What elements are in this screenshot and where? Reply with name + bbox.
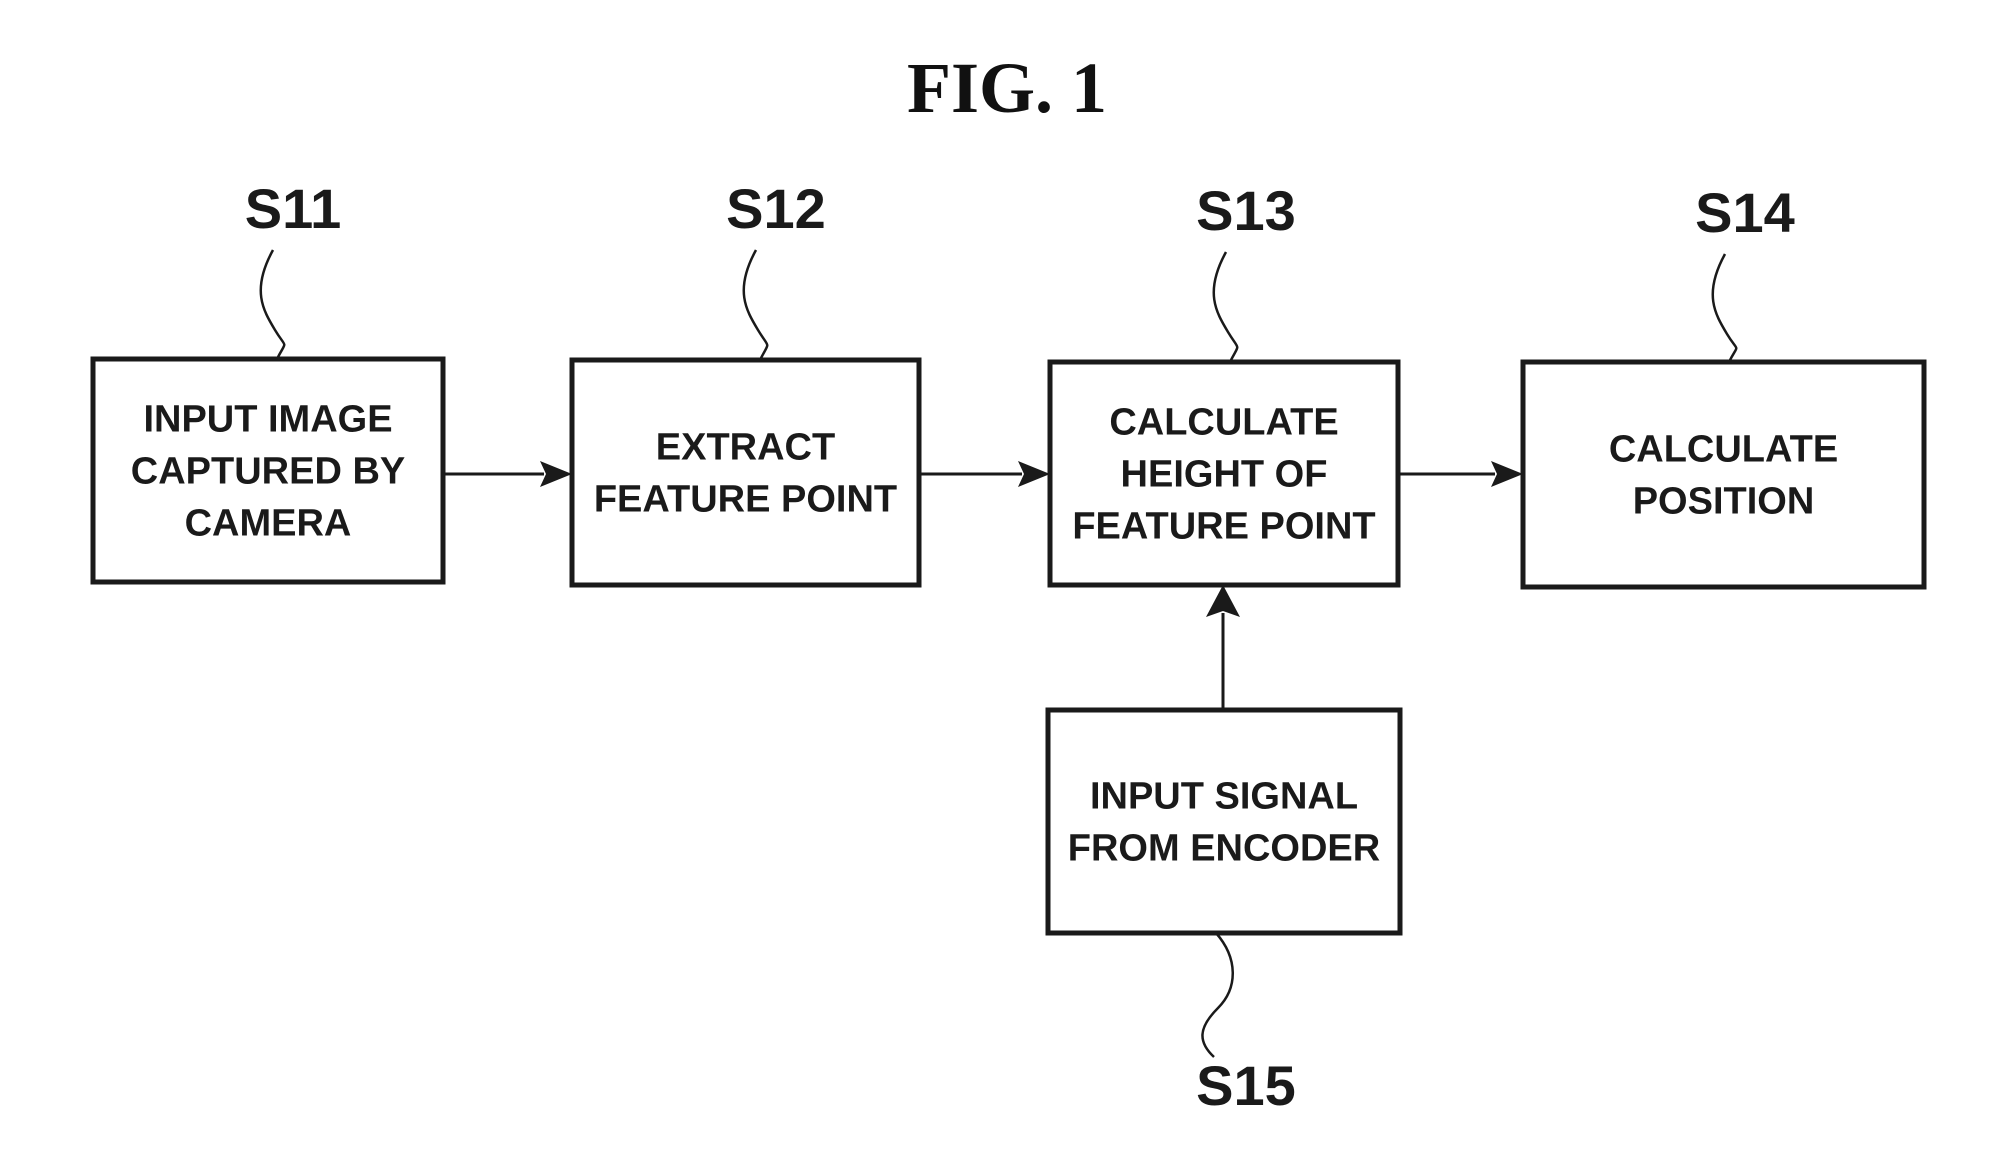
step-reference-label: S11 <box>245 177 342 240</box>
step-node-s13: CALCULATE HEIGHT OF FEATURE POINT S13 <box>1047 179 1401 588</box>
step-text-line: EXTRACT <box>656 427 835 469</box>
step-text-line: FEATURE POINT <box>1072 506 1375 548</box>
flowchart-diagram: FIG. 1 INPUT IMAGE CAPTURED BY CAMERA S11 EX… <box>90 48 1927 1117</box>
step-box <box>1520 359 1927 590</box>
step-text-line: CALCULATE <box>1609 429 1838 471</box>
arrow-s15-to-s13 <box>1206 585 1240 710</box>
figure-canvas: FIG. 1 INPUT IMAGE CAPTURED BY CAMERA S11 EX… <box>0 0 2015 1175</box>
leader-line <box>1201 932 1234 1058</box>
step-text-line: POSITION <box>1633 481 1815 523</box>
leader-line <box>742 249 769 361</box>
step-node-s15: INPUT SIGNAL FROM ENCODER S15 <box>1045 707 1403 1117</box>
step-box <box>569 357 922 588</box>
step-reference-label: S13 <box>1196 179 1296 242</box>
step-text-line: FEATURE POINT <box>594 479 897 521</box>
step-text-line: FROM ENCODER <box>1068 828 1380 870</box>
step-reference-label: S15 <box>1196 1054 1296 1117</box>
arrow-s11-to-s12 <box>443 461 572 487</box>
arrowhead-icon <box>1018 461 1050 487</box>
step-reference-label: S12 <box>726 177 826 240</box>
arrowhead-icon <box>1206 585 1240 617</box>
step-node-s14: CALCULATE POSITION S14 <box>1520 181 1927 590</box>
step-node-s11: INPUT IMAGE CAPTURED BY CAMERA S11 <box>90 177 446 585</box>
step-text-line: INPUT IMAGE <box>143 399 392 441</box>
arrow-s13-to-s14 <box>1398 461 1523 487</box>
step-text-line: CALCULATE <box>1109 402 1338 444</box>
step-reference-label: S14 <box>1695 181 1795 244</box>
step-text-line: INPUT SIGNAL <box>1090 776 1358 818</box>
step-box <box>1045 707 1403 936</box>
leader-line <box>259 249 286 360</box>
arrowhead-icon <box>1491 461 1523 487</box>
step-node-s12: EXTRACT FEATURE POINT S12 <box>569 177 922 588</box>
step-text-line: CAMERA <box>185 503 352 545</box>
arrow-s12-to-s13 <box>919 461 1050 487</box>
arrowhead-icon <box>540 461 572 487</box>
figure-title: FIG. 1 <box>907 48 1107 128</box>
leader-line <box>1711 253 1738 363</box>
step-text-line: HEIGHT OF <box>1121 454 1328 496</box>
nodes-layer: INPUT IMAGE CAPTURED BY CAMERA S11 EXTRACT FE… <box>90 177 1927 1117</box>
step-text-line: CAPTURED BY <box>131 451 405 493</box>
leader-line <box>1212 251 1239 363</box>
